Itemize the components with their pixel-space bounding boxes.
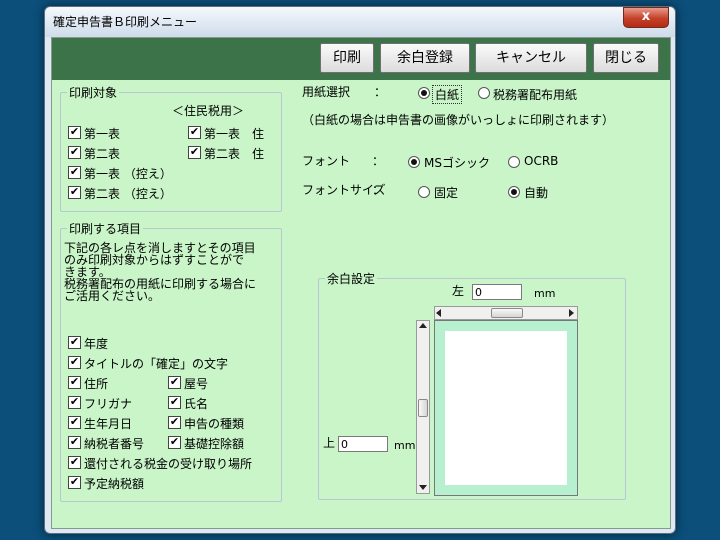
- checkbox-sheet1-copy-label: 第一表 （控え）: [84, 167, 172, 181]
- margin-left-input[interactable]: 0: [472, 284, 522, 300]
- checkbox-sheet1-label: 第一表: [84, 127, 121, 141]
- scroll-right-arrow-icon[interactable]: [569, 309, 574, 317]
- window-close-button[interactable]: x: [623, 7, 669, 28]
- checkbox-refund-location[interactable]: ✔: [68, 456, 81, 469]
- print-button[interactable]: 印刷: [320, 43, 374, 73]
- form-area: 印刷対象 ＜住民税用＞ ✔ 第一表 ✔ 第二表 ✔ 第一表 （控え） ✔ 第二表…: [52, 80, 670, 528]
- margin-preview: [434, 320, 578, 496]
- font-label: フォント: [302, 154, 351, 168]
- margin-left-unit: mm: [534, 287, 556, 300]
- checkbox-basic-deduction[interactable]: ✔: [168, 436, 181, 449]
- margin-top-unit: mm: [394, 439, 416, 452]
- checkbox-trade-name-label: 屋号: [184, 377, 209, 391]
- checkbox-taxpayer-number[interactable]: ✔: [68, 436, 81, 449]
- checkbox-sheet2-copy[interactable]: ✔: [68, 186, 81, 199]
- checkbox-sheet2-resident[interactable]: ✔: [188, 146, 201, 159]
- margin-top-input[interactable]: 0: [338, 436, 388, 452]
- margin-top-label: 上: [323, 436, 336, 450]
- checkbox-furigana[interactable]: ✔: [68, 396, 81, 409]
- window-title: 確定申告書Ｂ印刷メニュー: [53, 15, 198, 29]
- toolbar: 印刷 余白登録 キャンセル 閉じる: [52, 38, 670, 80]
- radio-font-ocrb-label[interactable]: OCRB: [524, 154, 558, 168]
- checkbox-estimated-tax[interactable]: ✔: [68, 476, 81, 489]
- cancel-button[interactable]: キャンセル: [475, 43, 587, 73]
- checkbox-taxpayer-number-label: 納税者番号: [84, 437, 145, 451]
- checkbox-furigana-label: フリガナ: [84, 397, 133, 411]
- margin-settings-legend: 余白設定: [327, 272, 376, 286]
- checkbox-sheet1[interactable]: ✔: [68, 126, 81, 139]
- checkbox-title-kakutei-label: タイトルの「確定」の文字: [84, 357, 229, 371]
- checkbox-filing-type[interactable]: ✔: [168, 416, 181, 429]
- print-target-legend: 印刷対象: [69, 86, 118, 100]
- scroll-down-arrow-icon[interactable]: [419, 485, 427, 490]
- checkbox-filing-type-label: 申告の種類: [184, 417, 245, 431]
- margin-register-button[interactable]: 余白登録: [380, 43, 470, 73]
- checkbox-title-kakutei[interactable]: ✔: [68, 356, 81, 369]
- radio-paper-tax-office[interactable]: [478, 87, 490, 99]
- radio-paper-tax-office-label[interactable]: 税務署配布用紙: [493, 86, 577, 103]
- print-menu-window: 確定申告書Ｂ印刷メニュー x 印刷 余白登録 キャンセル 閉じる 印刷対象 ＜住…: [44, 6, 676, 534]
- radio-paper-blank[interactable]: [418, 87, 430, 99]
- checkbox-year-label: 年度: [84, 337, 109, 351]
- font-colon: ：: [372, 154, 385, 168]
- checkbox-estimated-tax-label: 予定納税額: [84, 477, 145, 491]
- radio-font-ms-gothic[interactable]: [408, 156, 420, 168]
- checkbox-sheet2-resident-label: 第二表 住: [204, 147, 265, 161]
- checkbox-birthdate-label: 生年月日: [84, 417, 133, 431]
- title-bar: 確定申告書Ｂ印刷メニュー x: [45, 7, 675, 37]
- checkbox-name-label: 氏名: [184, 397, 209, 411]
- checkbox-refund-location-label: 還付される税金の受け取り場所: [84, 457, 253, 471]
- checkbox-trade-name[interactable]: ✔: [168, 376, 181, 389]
- radio-paper-blank-label[interactable]: 白紙: [432, 85, 463, 104]
- checkbox-sheet2-copy-label: 第二表 （控え）: [84, 187, 172, 201]
- horizontal-scroll-thumb[interactable]: [491, 308, 523, 318]
- checkbox-address[interactable]: ✔: [68, 376, 81, 389]
- checkbox-sheet1-copy[interactable]: ✔: [68, 166, 81, 179]
- radio-size-fixed-label[interactable]: 固定: [434, 184, 458, 201]
- preview-page: [445, 331, 567, 485]
- checkbox-sheet2-label: 第二表: [84, 147, 121, 161]
- vertical-scroll-thumb[interactable]: [418, 399, 428, 417]
- scroll-up-arrow-icon[interactable]: [419, 323, 427, 328]
- resident-tax-label: ＜住民税用＞: [172, 104, 245, 118]
- horizontal-scrollbar[interactable]: [434, 306, 578, 320]
- print-items-legend: 印刷する項目: [69, 222, 142, 236]
- vertical-scrollbar[interactable]: [416, 320, 430, 494]
- radio-font-ms-gothic-label[interactable]: MSゴシック: [424, 154, 490, 171]
- paper-select-colon: ：: [374, 85, 387, 99]
- checkbox-name[interactable]: ✔: [168, 396, 181, 409]
- checkbox-birthdate[interactable]: ✔: [68, 416, 81, 429]
- checkbox-basic-deduction-label: 基礎控除額: [184, 437, 245, 451]
- checkbox-sheet1-resident-label: 第一表 住: [204, 127, 265, 141]
- client-area: 印刷 余白登録 キャンセル 閉じる 印刷対象 ＜住民税用＞ ✔ 第一表 ✔ 第二…: [51, 37, 671, 529]
- checkbox-address-label: 住所: [84, 377, 109, 391]
- print-items-description: 下記の各レ点を消しますとその項目 のみ印刷対象からはずすことがで きます。 税務…: [64, 241, 257, 303]
- font-size-colon: ：: [372, 183, 385, 197]
- checkbox-year[interactable]: ✔: [68, 336, 81, 349]
- radio-size-auto[interactable]: [508, 186, 520, 198]
- close-button[interactable]: 閉じる: [593, 43, 659, 73]
- margin-left-label: 左: [452, 284, 465, 298]
- paper-note: （白紙の場合は申告書の画像がいっしょに印刷されます）: [302, 113, 615, 127]
- scroll-left-arrow-icon[interactable]: [436, 309, 441, 317]
- radio-font-ocrb[interactable]: [508, 156, 520, 168]
- paper-select-label: 用紙選択: [302, 85, 351, 99]
- close-icon: x: [641, 9, 651, 24]
- checkbox-sheet1-resident[interactable]: ✔: [188, 126, 201, 139]
- radio-size-fixed[interactable]: [418, 186, 430, 198]
- radio-size-auto-label[interactable]: 自動: [524, 184, 548, 201]
- checkbox-sheet2[interactable]: ✔: [68, 146, 81, 159]
